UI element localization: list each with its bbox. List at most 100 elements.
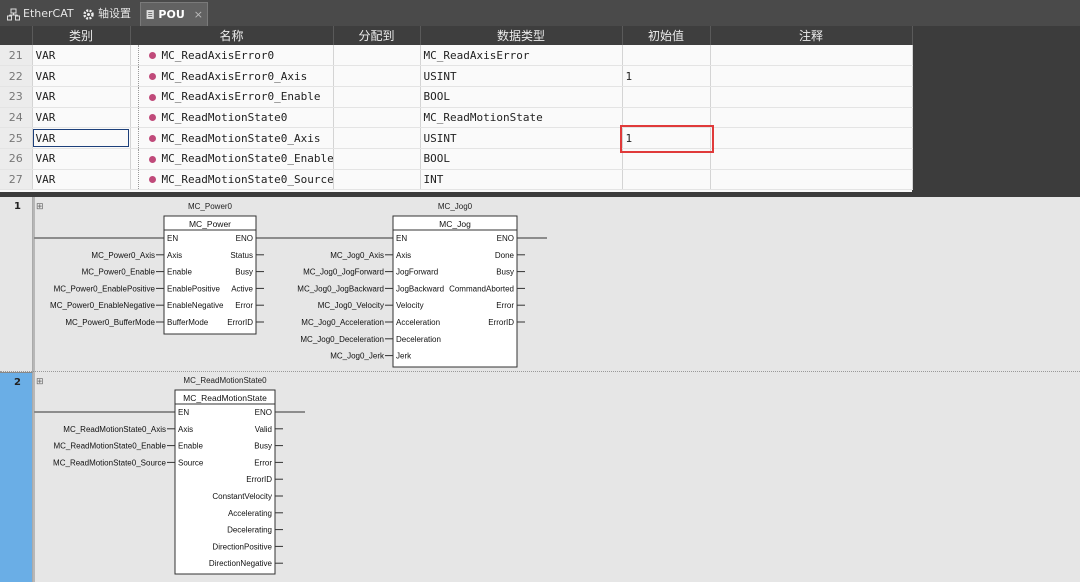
output-pin-ENO: ENO bbox=[255, 408, 272, 417]
cell-name[interactable]: MC_ReadMotionState0_Enable bbox=[130, 148, 334, 170]
cell-comment[interactable] bbox=[710, 107, 913, 129]
cell-init[interactable] bbox=[622, 45, 711, 67]
document-icon bbox=[146, 10, 154, 19]
input-variable: MC_Power0_BufferMode bbox=[65, 318, 155, 327]
cell-init[interactable] bbox=[622, 86, 711, 108]
cell-name[interactable]: MC_ReadMotionState0 bbox=[130, 107, 334, 129]
cell-kind[interactable]: VAR bbox=[32, 86, 131, 108]
cell-init[interactable]: 1 bbox=[622, 65, 711, 87]
input-variable: MC_Jog0_Deceleration bbox=[300, 335, 384, 344]
input-pin-EN: EN bbox=[167, 234, 178, 243]
output-pin-Active: Active bbox=[231, 284, 253, 293]
variable-name: MC_ReadAxisError0 bbox=[161, 48, 275, 62]
cell-init[interactable] bbox=[622, 107, 711, 129]
tab-axis-settings-label: 轴设置 bbox=[98, 7, 131, 20]
variable-name: MC_ReadAxisError0_Enable bbox=[161, 90, 321, 104]
cell-assign[interactable] bbox=[333, 86, 421, 108]
cell-comment[interactable] bbox=[710, 169, 913, 191]
cell-assign[interactable] bbox=[333, 107, 421, 129]
input-variable: MC_Jog0_Acceleration bbox=[301, 318, 384, 327]
cell-kind[interactable]: VAR bbox=[32, 45, 131, 67]
cell-comment[interactable] bbox=[710, 148, 913, 170]
cell-kind[interactable]: VAR bbox=[32, 169, 131, 191]
expand-icon: ⊞ bbox=[36, 201, 44, 211]
variable-name: MC_ReadMotionState0_Enable bbox=[161, 152, 333, 166]
cell-type[interactable]: MC_ReadAxisError bbox=[420, 45, 623, 67]
cell-name[interactable]: MC_ReadAxisError0 bbox=[130, 45, 334, 67]
input-pin-JogBackward: JogBackward bbox=[396, 284, 444, 293]
input-variable: MC_ReadMotionState0_Enable bbox=[53, 442, 166, 451]
row-number: 24 bbox=[0, 107, 33, 129]
output-pin-Status: Status bbox=[230, 251, 253, 260]
cell-type[interactable]: BOOL bbox=[420, 86, 623, 108]
input-pin-Axis: Axis bbox=[167, 251, 182, 260]
cell-name[interactable]: MC_ReadMotionState0_Source bbox=[130, 169, 334, 191]
table-row[interactable]: 26 VAR MC_ReadMotionState0_Enable BOOL bbox=[0, 148, 913, 170]
cell-comment[interactable] bbox=[710, 86, 913, 108]
cell-type[interactable]: INT bbox=[420, 169, 623, 191]
header-kind[interactable]: 类别 bbox=[32, 26, 131, 45]
expand-icon: ⊞ bbox=[36, 376, 44, 386]
table-row[interactable]: 21 VAR MC_ReadAxisError0 MC_ReadAxisError bbox=[0, 45, 913, 67]
output-pin-Error: Error bbox=[254, 458, 272, 467]
cell-kind[interactable]: VAR bbox=[32, 127, 131, 149]
cell-init[interactable] bbox=[622, 148, 711, 170]
cell-assign[interactable] bbox=[333, 45, 421, 67]
row-number: 25 bbox=[0, 127, 33, 149]
output-pin-DirectionNegative: DirectionNegative bbox=[209, 559, 273, 568]
output-pin-Decelerating: Decelerating bbox=[227, 526, 272, 535]
cell-init[interactable] bbox=[622, 169, 711, 191]
cell-name[interactable]: MC_ReadAxisError0_Enable bbox=[130, 86, 334, 108]
output-pin-Busy: Busy bbox=[496, 268, 514, 277]
cell-init[interactable]: 1 bbox=[619, 125, 714, 154]
input-pin-Axis: Axis bbox=[396, 251, 411, 260]
block-type-name: MC_ReadMotionState bbox=[183, 393, 267, 403]
header-init[interactable]: 初始值 bbox=[622, 26, 711, 45]
table-row[interactable]: 22 VAR MC_ReadAxisError0_Axis USINT 1 bbox=[0, 65, 913, 87]
variable-icon bbox=[148, 155, 156, 163]
input-variable: MC_Power0_Enable bbox=[82, 268, 156, 277]
header-comment[interactable]: 注释 bbox=[710, 26, 913, 45]
cell-kind[interactable]: VAR bbox=[32, 148, 131, 170]
close-icon[interactable]: × bbox=[194, 4, 203, 26]
cell-name[interactable]: MC_ReadMotionState0_Axis bbox=[130, 127, 334, 149]
cell-assign[interactable] bbox=[333, 148, 421, 170]
input-variable: MC_ReadMotionState0_Axis bbox=[63, 425, 166, 434]
header-name[interactable]: 名称 bbox=[130, 26, 334, 45]
cell-type[interactable]: USINT bbox=[420, 127, 623, 149]
cell-kind[interactable]: VAR bbox=[32, 65, 131, 87]
header-assign[interactable]: 分配到 bbox=[333, 26, 421, 45]
variable-icon bbox=[148, 93, 156, 101]
header-rownum bbox=[0, 26, 33, 45]
variable-icon bbox=[148, 73, 156, 81]
cell-assign[interactable] bbox=[333, 169, 421, 191]
tab-ethercat[interactable]: EtherCAT bbox=[3, 2, 78, 26]
cell-type[interactable]: BOOL bbox=[420, 148, 623, 170]
cell-type[interactable]: MC_ReadMotionState bbox=[420, 107, 623, 129]
table-row[interactable]: 23 VAR MC_ReadAxisError0_Enable BOOL bbox=[0, 86, 913, 108]
tab-pou[interactable]: POU × bbox=[140, 2, 208, 26]
input-pin-JogForward: JogForward bbox=[396, 268, 438, 277]
table-row[interactable]: 24 VAR MC_ReadMotionState0 MC_ReadMotionSta… bbox=[0, 107, 913, 129]
ladder-editor[interactable]: 1 2 ⊞ ⊞ MC_Power0 MC_Power EN Axis MC_Power0_A… bbox=[0, 197, 1080, 582]
tab-ethercat-label: EtherCAT bbox=[23, 7, 74, 20]
cell-name[interactable]: MC_ReadAxisError0_Axis bbox=[130, 65, 334, 87]
cell-comment[interactable] bbox=[710, 65, 913, 87]
output-pin-ErrorID: ErrorID bbox=[488, 318, 514, 327]
row-number: 22 bbox=[0, 65, 33, 87]
row-number: 26 bbox=[0, 148, 33, 170]
cell-assign[interactable] bbox=[333, 65, 421, 87]
input-pin-BufferMode: BufferMode bbox=[167, 318, 209, 327]
table-row[interactable]: 27 VAR MC_ReadMotionState0_Source INT bbox=[0, 169, 913, 191]
editor-tab-bar: EtherCAT 轴设置 POU × bbox=[0, 0, 1080, 26]
cell-comment[interactable] bbox=[710, 127, 913, 149]
table-row[interactable]: 25 VAR MC_ReadMotionState0_Axis USINT 1 bbox=[0, 125, 913, 154]
cell-kind[interactable]: VAR bbox=[32, 107, 131, 129]
input-pin-EnablePositive: EnablePositive bbox=[167, 284, 220, 293]
cell-comment[interactable] bbox=[710, 45, 913, 67]
output-pin-Valid: Valid bbox=[255, 425, 272, 434]
cell-assign[interactable] bbox=[333, 127, 421, 149]
tab-axis-settings[interactable]: 轴设置 bbox=[78, 2, 135, 26]
cell-type[interactable]: USINT bbox=[420, 65, 623, 87]
header-type[interactable]: 数据类型 bbox=[420, 26, 623, 45]
